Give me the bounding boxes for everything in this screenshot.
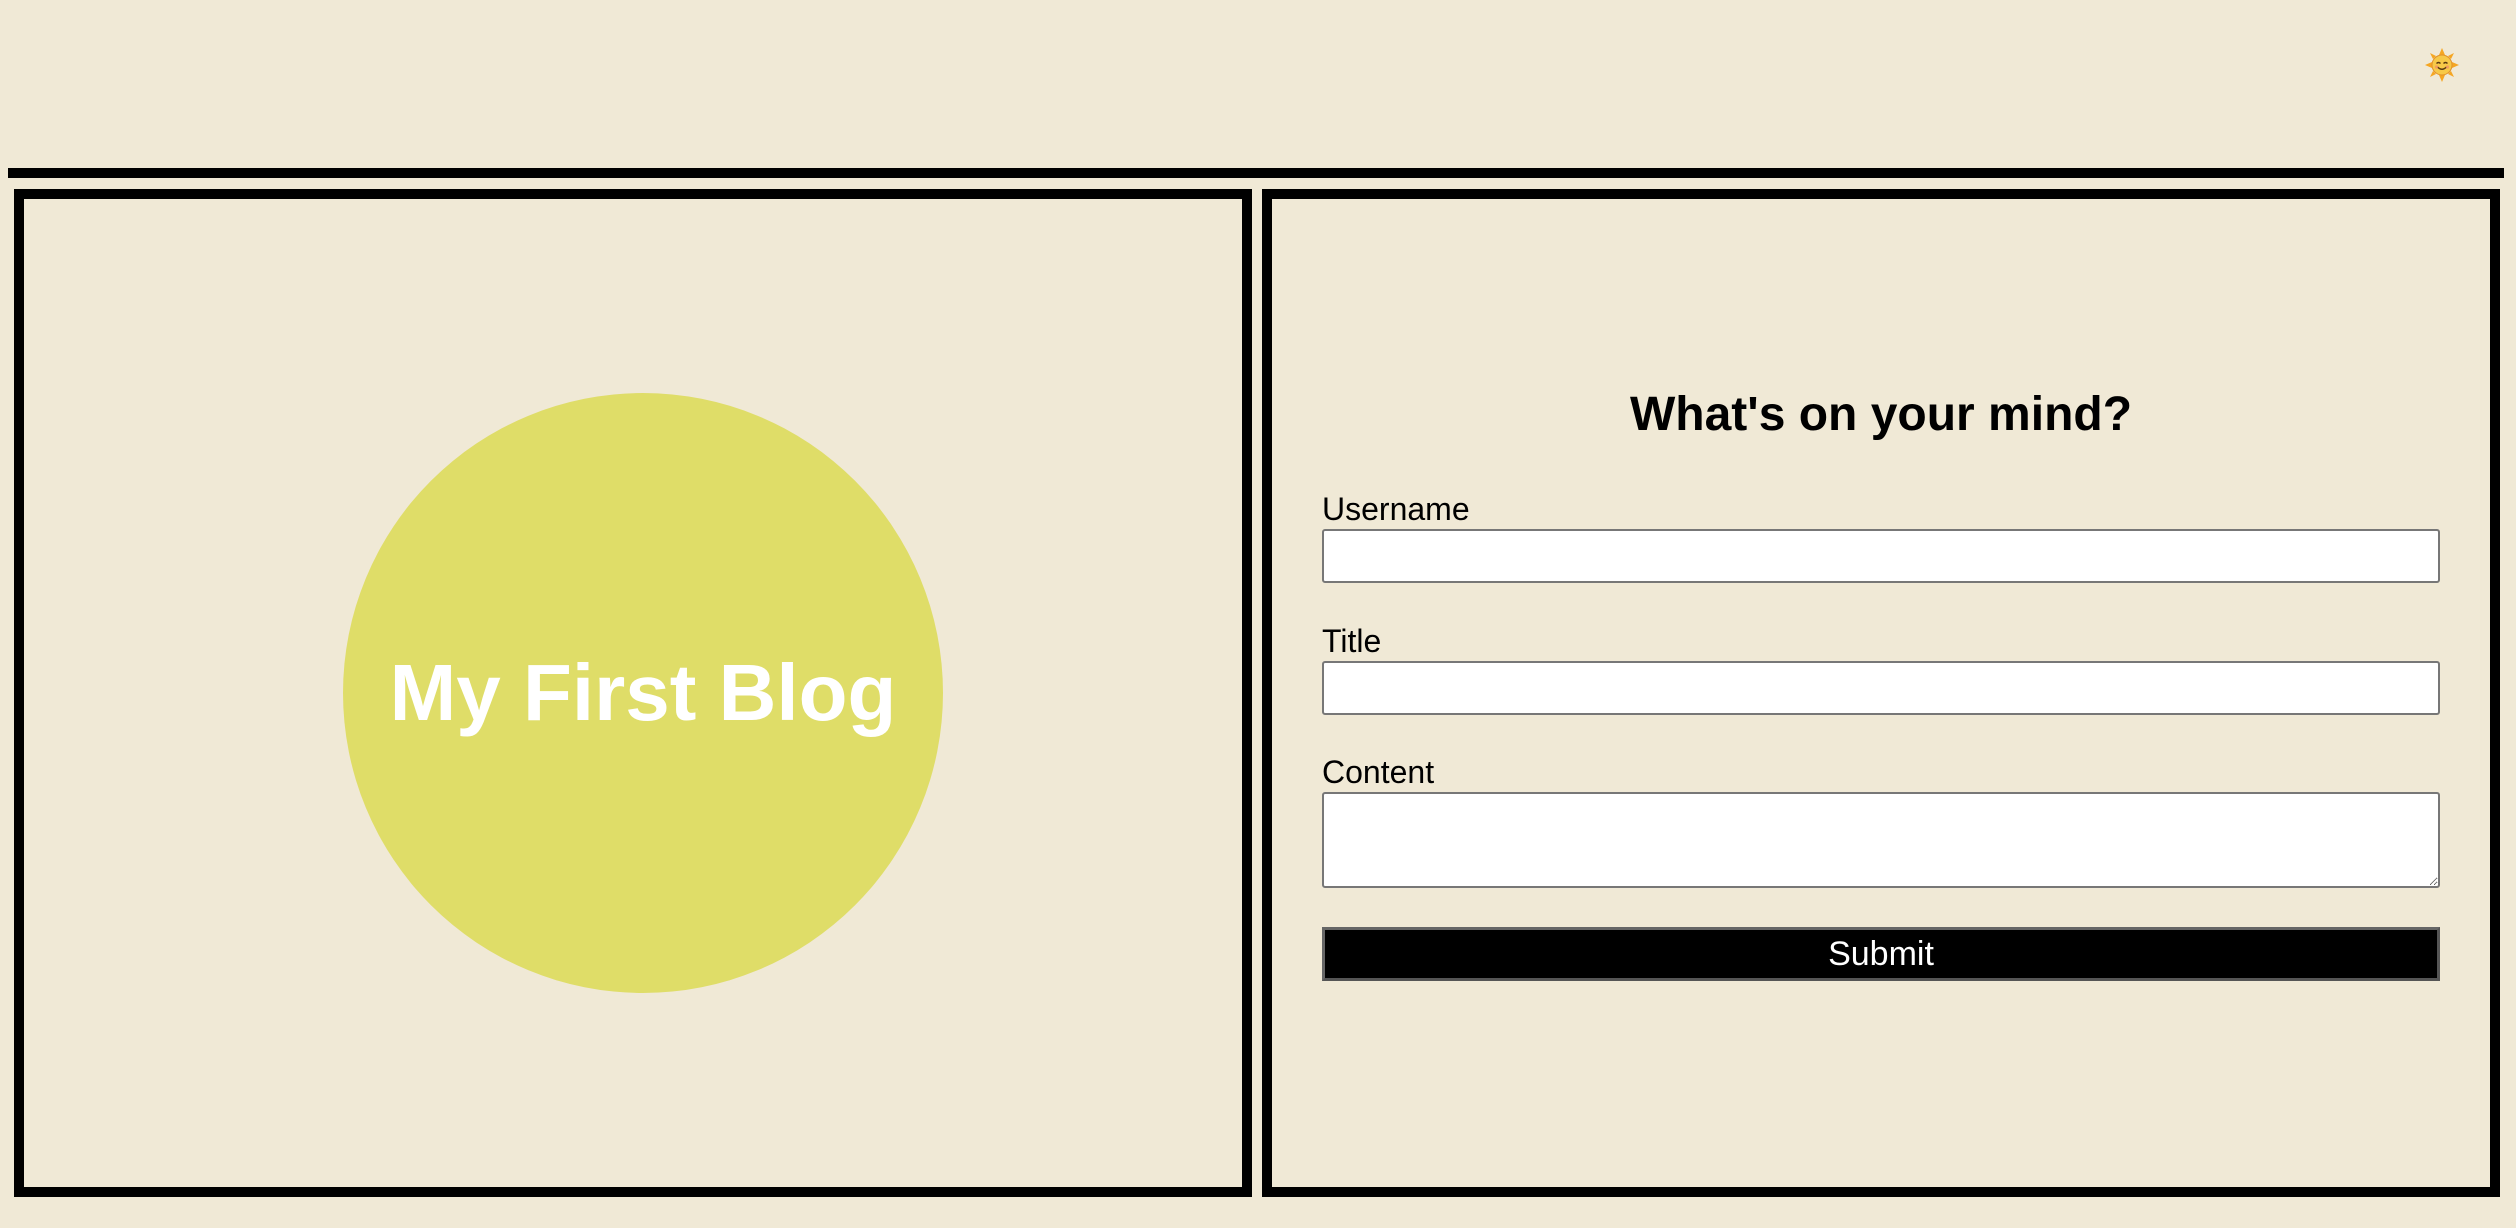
header-divider xyxy=(8,168,2504,178)
post-form-panel: What's on your mind? Username Title Cont… xyxy=(1262,189,2500,1197)
form-heading: What's on your mind? xyxy=(1629,388,2133,441)
submit-button[interactable]: Submit xyxy=(1322,927,2440,981)
hero-circle: My First Blog xyxy=(343,393,943,993)
content-label: Content xyxy=(1322,754,1435,790)
content-textarea[interactable] xyxy=(1322,792,2440,888)
top-bar xyxy=(0,0,2516,168)
hero-panel: My First Blog xyxy=(14,189,1252,1197)
title-input[interactable] xyxy=(1322,661,2440,715)
username-input[interactable] xyxy=(1322,529,2440,583)
sun-face-icon[interactable] xyxy=(2425,48,2459,82)
title-label: Title xyxy=(1322,623,1382,659)
username-label: Username xyxy=(1322,491,1470,527)
blog-title: My First Blog xyxy=(389,648,897,737)
